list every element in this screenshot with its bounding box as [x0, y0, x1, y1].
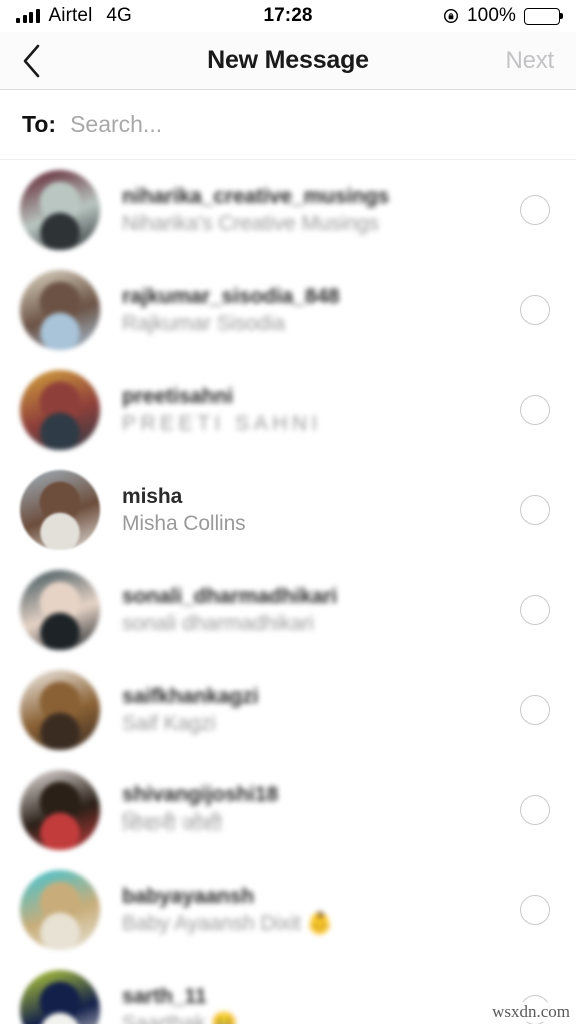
username-label: misha: [122, 484, 183, 508]
user-meta: sonali_dharmadhikarisonali dharmadhikari: [122, 585, 520, 636]
avatar: [20, 570, 100, 650]
chevron-left-icon: [23, 44, 40, 77]
avatar: [20, 270, 100, 350]
fullname-label: PREETI SAHNI: [122, 411, 322, 435]
user-meta: niharika_creative_musings Niharika's Crea…: [122, 185, 520, 236]
avatar: [20, 670, 100, 750]
select-circle[interactable]: [520, 395, 550, 425]
fullname-label: Niharika's Creative Musings: [122, 211, 379, 235]
watermark: wsxdn.com: [490, 1002, 572, 1022]
carrier-label: Airtel: [48, 5, 93, 26]
avatar: [20, 470, 100, 550]
select-circle[interactable]: [520, 295, 550, 325]
username-label: babyayaansh: [122, 884, 254, 908]
fullname-label: sonali dharmadhikari: [122, 611, 314, 635]
fullname-label: शिवानी जोशी: [122, 812, 222, 836]
status-bar: Airtel 4G 17:28 100%: [0, 0, 576, 32]
fullname-label: Misha Collins: [122, 511, 246, 535]
avatar: [20, 170, 100, 250]
user-suggestion-list[interactable]: niharika_creative_musings Niharika's Crea…: [0, 160, 576, 1024]
select-circle[interactable]: [520, 495, 550, 525]
app-screen: Airtel 4G 17:28 100% New Message Next To…: [0, 0, 576, 1024]
battery-full-icon: [524, 7, 560, 25]
avatar: [20, 970, 100, 1024]
username-label: niharika_creative_musings: [122, 184, 390, 208]
to-label: To:: [22, 111, 57, 137]
page-title: New Message: [207, 46, 369, 74]
user-row[interactable]: niharika_creative_musings Niharika's Crea…: [0, 160, 576, 260]
select-circle[interactable]: [520, 695, 550, 725]
user-row[interactable]: shivangijoshi18 शिवानी जोशी: [0, 760, 576, 860]
user-row[interactable]: sonali_dharmadhikarisonali dharmadhikari: [0, 560, 576, 660]
fullname-label: Saarthak 😄: [122, 1011, 238, 1024]
avatar: [20, 370, 100, 450]
select-circle[interactable]: [520, 595, 550, 625]
status-bar-right: 100%: [443, 5, 560, 27]
user-meta: preetisahni PREETI SAHNI: [122, 385, 520, 436]
username-label: sonali_dharmadhikari: [122, 584, 338, 608]
user-meta: misha Misha Collins: [122, 485, 520, 536]
user-meta: sarth_11 Saarthak 😄: [122, 985, 520, 1024]
user-row[interactable]: preetisahni PREETI SAHNI: [0, 360, 576, 460]
search-input[interactable]: [70, 111, 554, 138]
username-label: shivangijoshi18: [122, 782, 279, 806]
username-label: sarth_11: [122, 984, 207, 1008]
avatar: [20, 870, 100, 950]
user-meta: rajkumar_sisodia_848 Rajkumar Sisodia: [122, 285, 520, 336]
username-label: preetisahni: [122, 384, 233, 408]
fullname-label: Rajkumar Sisodia: [122, 311, 285, 335]
fullname-label: Saif Kagzi: [122, 711, 216, 735]
select-circle[interactable]: [520, 795, 550, 825]
user-row[interactable]: babyayaansh Baby Ayaansh Dixit 👶: [0, 860, 576, 960]
fullname-label: Baby Ayaansh Dixit 👶: [122, 911, 333, 935]
user-meta: babyayaansh Baby Ayaansh Dixit 👶: [122, 885, 520, 936]
username-label: saifkhankagzi: [122, 684, 259, 708]
rotation-lock-icon: [443, 8, 459, 24]
user-meta: shivangijoshi18 शिवानी जोशी: [122, 783, 520, 838]
status-bar-left: Airtel 4G: [16, 5, 132, 27]
user-row[interactable]: rajkumar_sisodia_848 Rajkumar Sisodia: [0, 260, 576, 360]
user-row[interactable]: misha Misha Collins: [0, 460, 576, 560]
signal-bars-icon: [16, 9, 40, 23]
select-circle[interactable]: [520, 895, 550, 925]
back-button[interactable]: [22, 41, 56, 81]
battery-percent-label: 100%: [467, 5, 516, 26]
user-row[interactable]: saifkhankagzi Saif Kagzi: [0, 660, 576, 760]
navigation-bar: New Message Next: [0, 32, 576, 90]
network-type-label: 4G: [106, 5, 132, 26]
recipient-search-row: To:: [0, 90, 576, 160]
username-label: rajkumar_sisodia_848: [122, 284, 340, 308]
next-button[interactable]: Next: [505, 47, 554, 75]
user-meta: saifkhankagzi Saif Kagzi: [122, 685, 520, 736]
select-circle[interactable]: [520, 195, 550, 225]
avatar: [20, 770, 100, 850]
